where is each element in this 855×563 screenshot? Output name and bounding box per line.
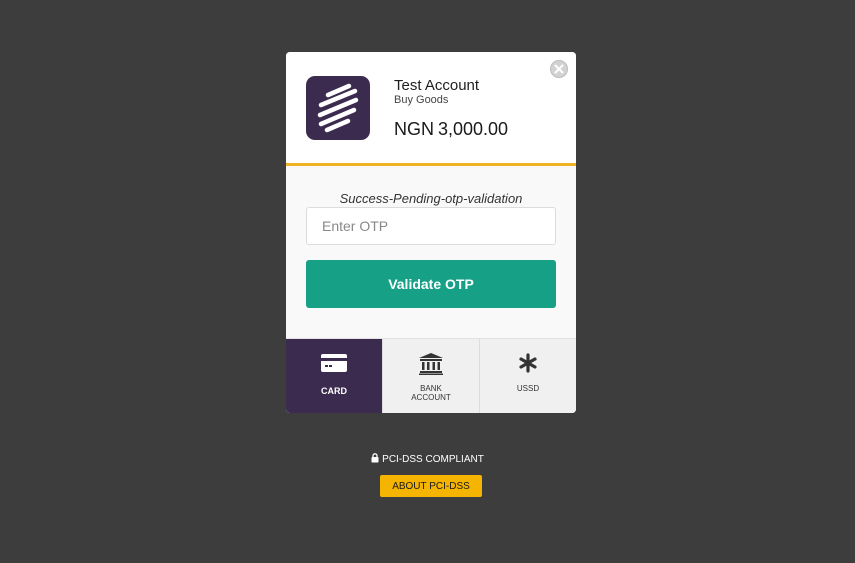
tab-card[interactable]: CARD xyxy=(286,339,382,413)
payment-modal: Test Account Buy Goods NGN 3,000.00 Succe… xyxy=(286,52,576,413)
close-icon xyxy=(554,64,564,74)
tab-ussd-label: USSD xyxy=(516,384,540,393)
tab-bank-account[interactable]: BANK ACCOUNT xyxy=(382,339,479,413)
merchant-description: Buy Goods xyxy=(394,94,449,106)
pci-compliance-note: PCI-DSS COMPLIANT xyxy=(0,453,855,466)
merchant-header: Test Account Buy Goods NGN 3,000.00 xyxy=(286,52,576,164)
close-button[interactable] xyxy=(550,60,568,78)
payment-amount: NGN 3,000.00 xyxy=(394,119,508,140)
status-message: Success-Pending-otp-validation xyxy=(339,191,523,206)
tab-ussd[interactable]: USSD xyxy=(479,339,576,413)
tab-bank-label: BANK ACCOUNT xyxy=(411,384,451,402)
currency-code: NGN xyxy=(394,119,434,139)
bank-icon xyxy=(419,353,443,375)
payment-method-tabs: CARD BANK ACCOUNT USSD xyxy=(286,338,576,413)
otp-input[interactable] xyxy=(306,207,556,245)
otp-section: Success-Pending-otp-validation Validate … xyxy=(286,166,576,338)
about-pci-dss-button[interactable]: ABOUT PCI-DSS xyxy=(380,475,482,497)
lock-icon xyxy=(371,453,379,466)
amount-value: 3,000.00 xyxy=(438,119,509,139)
credit-card-icon xyxy=(321,354,347,372)
merchant-logo xyxy=(306,76,370,140)
pci-compliance-text: PCI-DSS COMPLIANT xyxy=(382,454,484,465)
tab-card-label: CARD xyxy=(321,386,347,396)
validate-otp-button[interactable]: Validate OTP xyxy=(306,260,556,308)
asterisk-icon xyxy=(519,353,537,373)
merchant-name: Test Account xyxy=(394,77,480,94)
